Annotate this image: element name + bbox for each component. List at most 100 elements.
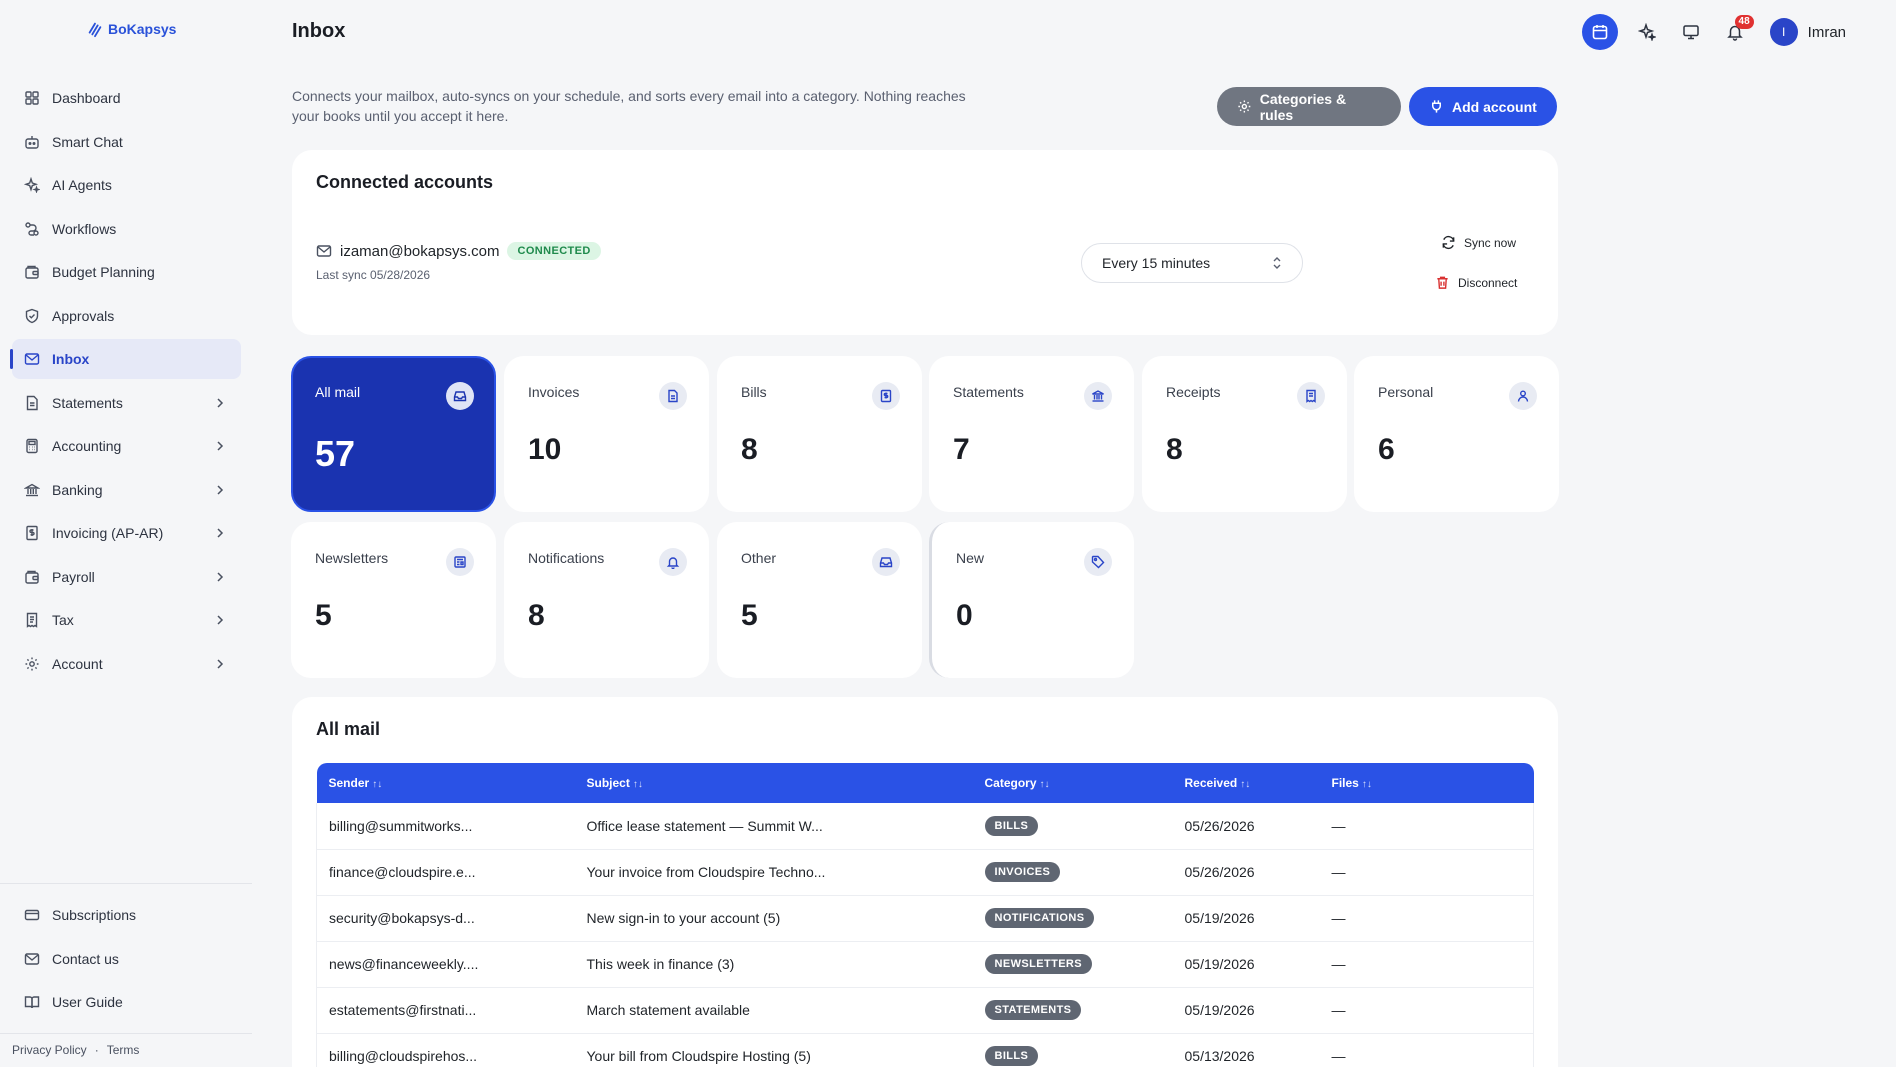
app-logo[interactable]: BoKapsys	[86, 20, 176, 38]
disconnect-button[interactable]: Disconnect	[1435, 275, 1517, 290]
sidebar-item-dashboard[interactable]: Dashboard	[12, 78, 241, 118]
sort-icon: ↑↓	[1240, 779, 1251, 790]
column-header-label: Received	[1184, 776, 1238, 790]
tile-invoices[interactable]: Invoices 10	[504, 356, 709, 512]
tile-personal[interactable]: Personal 6	[1354, 356, 1559, 512]
table-row[interactable]: news@financeweekly.... This week in fina…	[316, 941, 1534, 988]
column-header-label: Files	[1331, 776, 1359, 790]
chevron-right-icon	[217, 658, 224, 669]
table-row[interactable]: billing@summitworks... Office lease stat…	[316, 803, 1534, 850]
grid-icon	[25, 91, 39, 105]
chevron-right-icon	[217, 571, 224, 582]
sidebar-item-contact-us[interactable]: Contact us	[12, 939, 241, 979]
calculator-icon	[26, 438, 38, 454]
column-header-label: Category	[984, 776, 1037, 790]
sidebar-item-approvals[interactable]: Approvals	[12, 296, 241, 336]
workflow-icon	[25, 221, 39, 236]
table-row[interactable]: finance@cloudspire.e... Your invoice fro…	[316, 849, 1534, 896]
tile-newsletters[interactable]: Newsletters 5	[291, 522, 496, 678]
tile-value: 5	[315, 599, 332, 632]
notification-badge: 48	[1734, 15, 1754, 29]
newspaper-icon	[446, 548, 474, 576]
mail-icon	[316, 245, 332, 257]
mail-table: Sender ↑↓ Subject ↑↓ Category ↑↓ Received ↑↓…	[316, 763, 1534, 1067]
sidebar-item-label: Accounting	[52, 438, 122, 454]
column-header-subject[interactable]: Subject ↑↓	[575, 763, 973, 803]
column-header-received[interactable]: Received ↑↓	[1173, 763, 1320, 803]
sidebar-item-tax[interactable]: Tax	[12, 600, 241, 640]
shield-check-icon	[25, 308, 39, 323]
column-header-files[interactable]: Files ↑↓	[1320, 763, 1413, 803]
column-header-category[interactable]: Category ↑↓	[973, 763, 1173, 803]
sidebar-item-subscriptions[interactable]: Subscriptions	[12, 895, 241, 935]
tile-new[interactable]: New 0	[929, 522, 1134, 678]
plug-icon	[1432, 100, 1441, 113]
sidebar-item-banking[interactable]: Banking	[12, 470, 241, 510]
tile-label: Personal	[1378, 384, 1434, 400]
sidebar-item-accounting[interactable]: Accounting	[12, 426, 241, 466]
sidebar-item-label: Dashboard	[52, 90, 121, 106]
sidebar-item-label: Invoicing (AP-AR)	[52, 525, 164, 541]
sidebar-item-smart-chat[interactable]: Smart Chat	[12, 122, 241, 162]
tile-notifications[interactable]: Notifications 8	[504, 522, 709, 678]
all-mail-card: All mail Sender ↑↓ Subject ↑↓ Category ↑↓ R…	[292, 697, 1558, 1067]
column-header-sender[interactable]: Sender ↑↓	[317, 763, 575, 803]
cell-subject: This week in finance (3)	[574, 941, 973, 988]
wallet-icon	[25, 265, 39, 279]
tile-statements[interactable]: Statements 7	[929, 356, 1134, 512]
sidebar-item-inbox[interactable]: Inbox	[10, 339, 241, 379]
gear-icon	[25, 657, 39, 670]
privacy-policy-link[interactable]: Privacy Policy	[12, 1043, 87, 1057]
sidebar-divider	[0, 1033, 252, 1034]
tile-all-mail[interactable]: All mail 57	[291, 356, 496, 512]
cell-category: NEWSLETTERS	[972, 941, 1173, 988]
tile-label: Notifications	[528, 550, 605, 566]
cell-subject: Your invoice from Cloudspire Techno...	[574, 849, 973, 896]
sync-interval-select[interactable]: Every 15 minutes	[1081, 243, 1303, 283]
calendar-icon	[1592, 25, 1607, 40]
sidebar-item-user-guide[interactable]: User Guide	[12, 982, 241, 1022]
sidebar-item-invoicing[interactable]: Invoicing (AP-AR)	[12, 513, 241, 553]
tile-label: Newsletters	[315, 550, 389, 566]
tile-receipts[interactable]: Receipts 8	[1142, 356, 1347, 512]
add-account-button[interactable]: Add account	[1409, 87, 1557, 126]
sidebar-bottom-nav: Subscriptions Contact us User Guide	[12, 895, 241, 1026]
cell-actions	[1412, 987, 1534, 1034]
sidebar-item-payroll[interactable]: Payroll	[12, 557, 241, 597]
inbox-icon	[872, 548, 900, 576]
tile-bills[interactable]: Bills 8	[717, 356, 922, 512]
calendar-button[interactable]	[1581, 14, 1618, 50]
user-menu[interactable]: I Imran	[1769, 18, 1846, 46]
sidebar-item-workflows[interactable]: Workflows	[12, 209, 241, 249]
terms-link[interactable]: Terms	[107, 1043, 140, 1057]
chevron-right-icon	[217, 528, 224, 538]
sidebar-item-budget-planning[interactable]: Budget Planning	[12, 252, 241, 292]
sidebar-item-ai-agents[interactable]: AI Agents	[12, 165, 241, 205]
tile-value: 7	[953, 433, 970, 466]
cell-files: —	[1319, 941, 1413, 988]
display-button[interactable]	[1676, 17, 1706, 47]
sidebar-item-label: Payroll	[52, 568, 95, 585]
table-row[interactable]: billing@cloudspirehos... Your bill from …	[316, 1033, 1534, 1067]
notifications-button[interactable]: 48	[1720, 15, 1754, 47]
refresh-icon	[1442, 235, 1455, 250]
last-sync-text: Last sync 05/28/2026	[316, 268, 431, 282]
sidebar-item-statements[interactable]: Statements	[12, 383, 241, 423]
category-badge: INVOICES	[984, 862, 1061, 882]
table-row[interactable]: estatements@firstnati... March statement…	[316, 987, 1534, 1034]
user-name: Imran	[1807, 23, 1846, 41]
cell-category: INVOICES	[972, 849, 1173, 896]
sidebar-item-label: Inbox	[52, 351, 90, 367]
sync-now-button[interactable]: Sync now	[1441, 235, 1516, 250]
sidebar-item-account[interactable]: Account	[12, 644, 241, 684]
inbox-icon	[446, 382, 474, 410]
ai-assistant-button[interactable]	[1632, 17, 1662, 47]
column-header-label: Subject	[586, 776, 630, 790]
chevron-right-icon	[217, 484, 224, 495]
table-row[interactable]: security@bokapsys-d... New sign-in to yo…	[316, 895, 1534, 942]
cell-actions	[1412, 803, 1534, 850]
cell-subject: New sign-in to your account (5)	[574, 895, 973, 942]
tile-other[interactable]: Other 5	[717, 522, 922, 678]
categories-rules-button[interactable]: Categories & rules	[1217, 87, 1401, 126]
sort-icon: ↑↓	[632, 779, 643, 790]
